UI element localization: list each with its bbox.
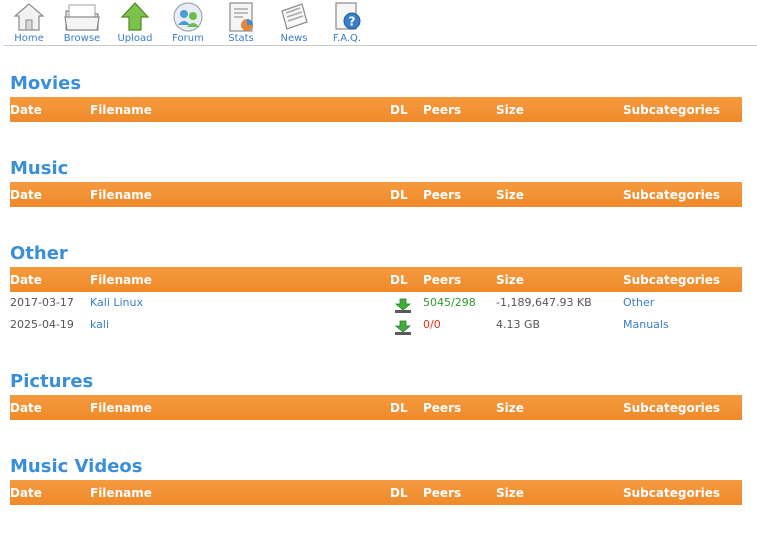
nav-forum-label: Forum <box>172 33 204 44</box>
row-filename-link[interactable]: Kali Linux <box>90 296 143 310</box>
column-filename[interactable]: Filename <box>90 401 152 415</box>
column-dl: DL <box>390 486 408 500</box>
column-size[interactable]: Size <box>496 273 524 287</box>
category-title-pictures[interactable]: Pictures <box>10 371 93 393</box>
nav-stats-label: Stats <box>228 33 254 44</box>
browse-icon <box>64 4 100 31</box>
home-icon <box>13 3 45 31</box>
nav-news[interactable]: News <box>271 0 317 46</box>
row-date: 2025-04-19 <box>10 318 74 331</box>
column-peers[interactable]: Peers <box>423 486 461 500</box>
category-title-movies[interactable]: Movies <box>10 73 81 95</box>
column-dl: DL <box>390 188 408 202</box>
top-navigation: Home Browse Upload Forum Stats News ? F.… <box>4 0 757 46</box>
column-dl: DL <box>390 103 408 117</box>
column-filename[interactable]: Filename <box>90 486 152 500</box>
nav-upload-label: Upload <box>117 33 153 44</box>
column-peers[interactable]: Peers <box>423 103 461 117</box>
row-filename-link[interactable]: kali <box>90 318 109 332</box>
column-filename[interactable]: Filename <box>90 273 152 287</box>
nav-home[interactable]: Home <box>6 0 52 46</box>
column-date[interactable]: Date <box>10 103 42 117</box>
nav-upload[interactable]: Upload <box>112 0 158 46</box>
nav-browse-label: Browse <box>63 33 101 44</box>
download-icon[interactable] <box>394 298 412 314</box>
column-peers[interactable]: Peers <box>423 188 461 202</box>
column-subcategories: Subcategories <box>623 273 721 287</box>
download-icon[interactable] <box>394 320 412 336</box>
table-header-pictures: Date Filename DL Peers Size Subcategorie… <box>10 395 742 420</box>
nav-faq-label: F.A.Q. <box>332 33 362 44</box>
column-size[interactable]: Size <box>496 486 524 500</box>
table-header-music: Date Filename DL Peers Size Subcategorie… <box>10 182 742 207</box>
column-peers[interactable]: Peers <box>423 401 461 415</box>
table-header-music-videos: Date Filename DL Peers Size Subcategorie… <box>10 480 742 505</box>
nav-news-label: News <box>280 33 308 44</box>
row-date: 2017-03-17 <box>10 296 74 309</box>
column-subcategories: Subcategories <box>623 401 721 415</box>
row-peers: 0/0 <box>423 318 441 331</box>
category-title-music[interactable]: Music <box>10 158 68 180</box>
nav-home-label: Home <box>14 33 44 44</box>
row-subcategory-link[interactable]: Manuals <box>623 318 669 332</box>
row-size: -1,189,647.93 KB <box>496 296 592 309</box>
nav-stats[interactable]: Stats <box>218 0 264 46</box>
table-row: 2017-03-17 Kali Linux 5045/298 -1,189,64… <box>10 294 742 316</box>
category-title-music-videos[interactable]: Music Videos <box>10 456 143 478</box>
table-header-movies: Date Filename DL Peers Size Subcategorie… <box>10 97 742 122</box>
table-header-other: Date Filename DL Peers Size Subcategorie… <box>10 267 742 292</box>
faq-icon: ? <box>335 2 361 30</box>
column-subcategories: Subcategories <box>623 188 721 202</box>
column-size[interactable]: Size <box>496 103 524 117</box>
table-row: 2025-04-19 kali 0/0 4.13 GB Manuals <box>10 316 742 338</box>
row-size: 4.13 GB <box>496 318 541 331</box>
row-peers: 5045/298 <box>423 296 476 309</box>
column-subcategories: Subcategories <box>623 486 721 500</box>
forum-icon <box>173 2 203 32</box>
column-date[interactable]: Date <box>10 486 42 500</box>
column-filename[interactable]: Filename <box>90 103 152 117</box>
column-size[interactable]: Size <box>496 188 524 202</box>
category-title-other[interactable]: Other <box>10 243 68 265</box>
column-dl: DL <box>390 401 408 415</box>
news-icon <box>281 3 308 30</box>
stats-icon <box>229 2 253 32</box>
column-filename[interactable]: Filename <box>90 188 152 202</box>
column-peers[interactable]: Peers <box>423 273 461 287</box>
column-subcategories: Subcategories <box>623 103 721 117</box>
upload-icon <box>120 2 150 31</box>
column-size[interactable]: Size <box>496 401 524 415</box>
column-date[interactable]: Date <box>10 188 42 202</box>
nav-browse[interactable]: Browse <box>59 0 105 46</box>
column-date[interactable]: Date <box>10 273 42 287</box>
column-dl: DL <box>390 273 408 287</box>
column-date[interactable]: Date <box>10 401 42 415</box>
nav-faq[interactable]: ? F.A.Q. <box>324 0 370 46</box>
nav-forum[interactable]: Forum <box>165 0 211 46</box>
row-subcategory-link[interactable]: Other <box>623 296 654 310</box>
svg-text:?: ? <box>349 15 356 29</box>
